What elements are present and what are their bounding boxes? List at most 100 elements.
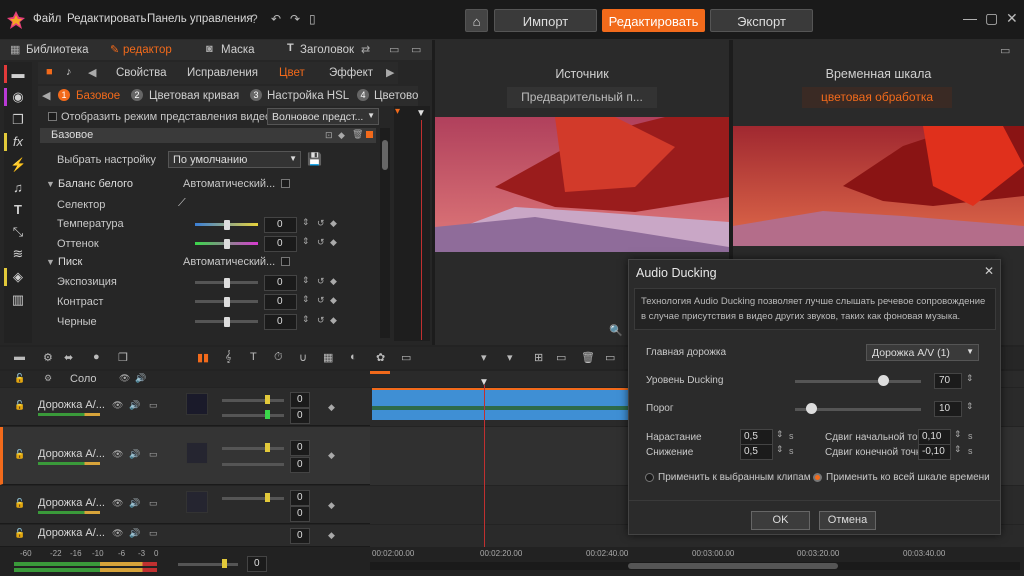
keyframe-icon[interactable]: ◈	[10, 269, 26, 285]
keyframe-diamond-icon[interactable]: ◆	[330, 295, 337, 306]
curve-icon[interactable]: ∪	[299, 351, 307, 364]
panel-icon[interactable]: ▭	[605, 351, 615, 364]
subtabs-left-arrow-icon[interactable]: ◀	[42, 89, 50, 102]
ok-button[interactable]: OK	[751, 511, 810, 530]
temperature-knob[interactable]	[224, 220, 230, 230]
close-window-icon[interactable]: ✕	[1006, 10, 1018, 27]
white-balance-auto-checkbox[interactable]	[281, 179, 290, 188]
peak-auto-checkbox[interactable]	[281, 257, 290, 266]
track-name[interactable]: Дорожка А/...	[38, 448, 105, 460]
subtitle-icon[interactable]: ▭	[149, 528, 158, 539]
settings-icon[interactable]: ⚙	[43, 351, 53, 364]
reset-icon[interactable]: ↺	[317, 218, 325, 229]
stepper-icon[interactable]: ⇕	[302, 314, 310, 325]
track-volume-value[interactable]: 0	[290, 490, 310, 506]
tabs-right-arrow-icon[interactable]: ▶	[386, 66, 394, 79]
menu-edit[interactable]: Редактировать	[67, 13, 146, 25]
reset-icon[interactable]: ↺	[317, 276, 325, 287]
grid-icon[interactable]: ▦	[323, 351, 333, 364]
speaker-icon[interactable]: 🔊	[129, 400, 140, 411]
apply-selected-label[interactable]: Применить к выбранным клипам	[658, 472, 811, 483]
timeline-title[interactable]: Временная шкала	[733, 67, 1024, 81]
eyedropper-icon[interactable]: ⟋	[178, 197, 186, 210]
delete-icon[interactable]: 🗑	[581, 351, 595, 364]
lock-icon[interactable]: ⊡	[325, 130, 333, 141]
document-icon[interactable]: ▯	[309, 12, 316, 26]
panel-layout-icon[interactable]: ▭	[389, 43, 399, 56]
lock-icon[interactable]: 🔓	[14, 373, 25, 384]
track-header[interactable]: 🔓 Дорожка А/... 👁 🔊 ▭ 0 0 ◆	[0, 388, 370, 426]
subtitle-icon[interactable]: ▭	[149, 400, 158, 411]
music-clef-icon[interactable]: 𝄞	[225, 351, 232, 364]
solo-label[interactable]: Соло	[70, 373, 96, 385]
eye-icon[interactable]: 👁	[112, 400, 123, 411]
playhead-icon[interactable]: ▼	[416, 108, 426, 119]
track-pan-value[interactable]: 0	[290, 408, 310, 424]
display-mode-checkbox[interactable]	[48, 112, 57, 121]
apply-all-label[interactable]: Применить ко всей шкале времени	[826, 472, 990, 483]
menu-control-panel[interactable]: Панель управления	[147, 13, 253, 25]
disc-icon[interactable]: ●	[93, 351, 100, 363]
track-volume-knob[interactable]	[265, 395, 270, 404]
music-icon[interactable]: ♫	[10, 180, 26, 196]
attack-input[interactable]: 0,5	[740, 429, 773, 445]
speaker-icon[interactable]: 🔊	[129, 498, 140, 509]
exposure-input[interactable]: 0	[264, 275, 297, 291]
marker-add-icon[interactable]: ▾	[507, 351, 513, 364]
zoom-icon[interactable]: 🔍	[609, 324, 623, 337]
keyframe-diamond-icon[interactable]: ◆	[328, 500, 335, 511]
track-header[interactable]: 🔓 Дорожка А/... 👁 🔊 ▭ 0 0 ◆	[0, 486, 370, 524]
tab-library[interactable]: Библиотека	[26, 44, 89, 56]
eye-icon[interactable]: 👁	[112, 528, 123, 539]
master-volume-knob[interactable]	[222, 559, 227, 568]
reset-icon[interactable]: ↺	[317, 237, 325, 248]
camera-icon[interactable]: ■	[46, 66, 53, 78]
speaker-icon[interactable]: 🔊	[129, 449, 140, 460]
track-name[interactable]: Дорожка А/...	[38, 527, 105, 539]
stepper-icon[interactable]: ⇕	[302, 236, 310, 247]
stepper-icon[interactable]: ⇕	[302, 294, 310, 305]
lock-icon[interactable]: 🔓	[14, 449, 25, 460]
tint-knob[interactable]	[224, 239, 230, 249]
stack-icon[interactable]: ≋	[10, 246, 26, 262]
main-track-select[interactable]: Дорожка A/V (1) ▼	[866, 344, 979, 361]
track-volume-knob[interactable]	[265, 493, 270, 502]
threshold-input[interactable]: 10	[934, 401, 962, 417]
text-icon[interactable]: T	[250, 351, 257, 363]
source-subtitle[interactable]: Предварительный п...	[507, 87, 657, 108]
track-pan-value[interactable]: 0	[290, 506, 310, 522]
stepper-icon[interactable]: ⇕	[302, 217, 310, 228]
speaker-icon[interactable]: 🔊	[129, 528, 140, 539]
apply-selected-radio[interactable]	[645, 473, 654, 482]
subtab-color-wheel[interactable]: Цветово	[374, 90, 418, 102]
track-name[interactable]: Дорожка А/...	[38, 399, 105, 411]
reset-icon[interactable]: ↺	[317, 295, 325, 306]
track-pan-slider[interactable]	[222, 463, 284, 466]
close-icon[interactable]: ✕	[984, 264, 994, 278]
keyframe-diamond-icon[interactable]: ◆	[330, 237, 337, 248]
track-name[interactable]: Дорожка А/...	[38, 497, 105, 509]
layers-icon[interactable]: ⚙	[44, 373, 52, 384]
eye-icon[interactable]: 👁	[119, 373, 130, 384]
keyframe-diamond-icon[interactable]: ◆	[330, 276, 337, 287]
marker-icon[interactable]: ▾	[481, 351, 487, 364]
track-pan-knob[interactable]	[265, 410, 270, 419]
piano-icon[interactable]: ▥	[10, 292, 26, 308]
tint-input[interactable]: 0	[264, 236, 297, 252]
storyboard-icon[interactable]: ▬	[14, 351, 25, 363]
tab-corrections[interactable]: Исправления	[187, 67, 258, 79]
eye-icon[interactable]: 👁	[112, 449, 123, 460]
contrast-input[interactable]: 0	[264, 294, 297, 310]
ducking-level-knob[interactable]	[878, 375, 890, 386]
blacks-knob[interactable]	[224, 317, 230, 327]
keyframe-diamond-icon[interactable]: ◆	[328, 450, 335, 461]
tab-mask[interactable]: Маска	[221, 44, 255, 56]
trash-icon[interactable]: 🗑	[352, 129, 363, 140]
stepper-icon[interactable]: ⇕	[776, 429, 784, 440]
master-volume-slider[interactable]	[178, 563, 238, 566]
decay-input[interactable]: 0,5	[740, 444, 773, 460]
stepper-icon[interactable]: ⇕	[302, 275, 310, 286]
speaker-icon[interactable]: 🔊	[135, 373, 146, 384]
subtab-basic[interactable]: Базовое	[76, 90, 120, 102]
blacks-input[interactable]: 0	[264, 314, 297, 330]
